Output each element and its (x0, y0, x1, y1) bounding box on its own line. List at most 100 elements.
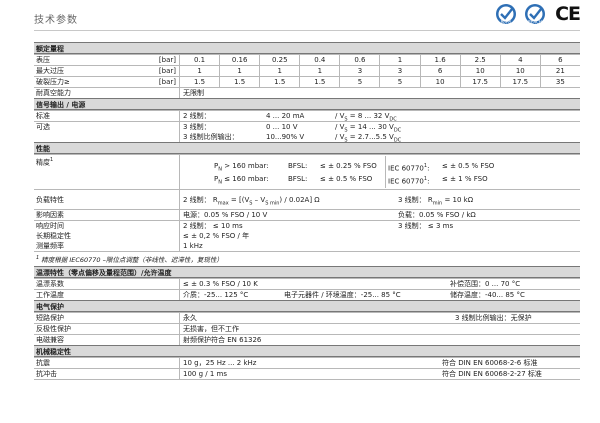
label-shock: 抗冲击 (34, 369, 180, 380)
rated-cell: 10 (501, 66, 541, 76)
value-standard: 2 线制： 4 ... 20 mA / VS = 8 ... 32 VDC (183, 112, 397, 123)
label-accuracy: 精度1 (34, 155, 180, 189)
rated-cell: 5 (380, 77, 421, 87)
page-title: 技术参数 (34, 15, 78, 26)
label-reverse-polarity: 反极性保护 (34, 324, 180, 335)
value-accuracy: PN > 160 mbar: BFSL: ≤ ± 0.25 % FSO IEC … (180, 155, 580, 189)
value-drift: ≤ ± 0.3 % FSO / 10 K (183, 280, 258, 289)
value-emc: 射频保护符合 EN 61326 (183, 336, 262, 345)
row-shock: 抗冲击 100 g / 1 ms 符合 DIN EN 60068-2-27 标准 (34, 368, 580, 381)
rohs-label: RoHS (501, 20, 512, 25)
rated-row-unit: [bar] (158, 78, 176, 86)
rated-cell: 4 (501, 55, 541, 65)
row-influence: 影响因素 电源：0.05 % FSO / 10 V 负载：0.05 % FSO … (34, 209, 580, 220)
value-vacuum: 无限制 (183, 89, 204, 97)
label-short-circuit: 短路保护 (34, 313, 180, 324)
value-storage-temp: 储存温度：-40... 85 °C (450, 291, 525, 300)
rated-cell: 1 (380, 55, 421, 65)
rated-cell: 0.16 (220, 55, 261, 65)
row-emc: 电磁兼容 射频保护符合 EN 61326 (34, 334, 580, 346)
row-optional: 可选 3 线制： 0 ... 10 V / VS = 14 ... 30 VDC… (34, 121, 580, 144)
row-reverse-polarity: 反极性保护 无损害，但不工作 (34, 323, 580, 335)
section-performance: 性能 (34, 142, 580, 154)
value-vibration-standard: 符合 DIN EN 60068-2-6 标准 (442, 359, 538, 368)
value-shock: 100 g / 1 ms (183, 370, 227, 379)
value-compensation-range: 补偿范围：0 ... 70 °C (450, 280, 521, 289)
rated-row: 表压 [bar] 0.1 0.16 0.25 0.4 0.6 1 1.6 2.5 4 6 (34, 54, 580, 65)
rated-cell: 0.1 (180, 55, 221, 65)
rated-cell: 3 (340, 66, 381, 76)
value-stability: ≤ ± 0,2 % FSO / 年 (183, 232, 250, 240)
rated-row-label-text: 破裂压力≥ (36, 78, 70, 86)
row-vacuum: 耐真空能力 无限制 (34, 87, 580, 98)
label-stability: 长期稳定性 (36, 232, 71, 240)
label-standard: 标准 (34, 111, 180, 121)
rohs-badge-icon: RoHS (496, 4, 517, 25)
value-medium-temp: 介质：-25... 125 °C (183, 291, 249, 300)
label-temperature: 工作温度 (34, 290, 180, 301)
value-reverse-polarity: 无损害，但不工作 (183, 325, 239, 334)
value-shock-standard: 符合 DIN EN 60068-2-27 标准 (442, 370, 542, 379)
section-electrical: 电气保护 (34, 300, 580, 313)
rated-cell: 21 (555, 67, 565, 75)
section-rated-range: 额定量程 (34, 42, 580, 54)
value-sampling: 1 kHz (183, 242, 203, 250)
rated-range-rows: 表压 [bar] 0.1 0.16 0.25 0.4 0.6 1 1.6 2.5 4 6 最大过压 [ba… (34, 54, 580, 87)
spec-table: 额定量程 表压 [bar] 0.1 0.16 0.25 0.4 0.6 1 1.6 2.5 4 6 最大… (34, 42, 580, 381)
rated-row: 破裂压力≥ [bar] 1.5 1.5 1.5 1.5 5 5 10 17.5 17.5 35 (34, 76, 580, 87)
rated-row-unit: [bar] (158, 56, 176, 64)
value-influence: 电源：0.05 % FSO / 10 V 负载：0.05 % FSO / kΩ (183, 211, 476, 219)
rated-cell: 0.6 (340, 55, 381, 65)
rated-cell: 10 (461, 66, 501, 76)
row-load: 负载特性 2 线制： Rmax = [(VS – VS min) / 0.02A… (34, 189, 580, 209)
rated-cell: 1 (220, 66, 261, 76)
rated-row-label-text: 最大过压 (36, 67, 64, 75)
rated-cell: 1 (300, 66, 341, 76)
rated-cell: 0.4 (300, 55, 341, 65)
value-optional: 3 线制： 0 ... 10 V / VS = 14 ... 30 VDC 3 … (183, 123, 402, 144)
label-influence: 影响因素 (34, 210, 180, 220)
rated-row-label: 表压 [bar] (34, 55, 180, 65)
rated-cell: 1.5 (260, 77, 301, 87)
row-vibration: 抗震 10 g，25 Hz ... 2 kHz 符合 DIN EN 60068-… (34, 357, 580, 369)
value-vibration: 10 g，25 Hz ... 2 kHz (183, 359, 257, 368)
rated-row: 最大过压 [bar] 1 1 1 1 3 3 6 10 10 21 (34, 65, 580, 76)
value-short-circuit-note: 3 线制比例输出：无保护 (455, 314, 532, 323)
rated-cell: 1.5 (180, 77, 221, 87)
label-drift: 温漂系数 (34, 279, 180, 290)
rated-row-label-text: 表压 (36, 56, 50, 64)
label-emc: 电磁兼容 (34, 335, 180, 346)
rated-cell: 0.25 (260, 55, 301, 65)
label-optional: 可选 (34, 122, 180, 142)
rated-row-label: 最大过压 [bar] (34, 66, 180, 76)
rated-row-label: 破裂压力≥ [bar] (34, 77, 180, 87)
page-header: 技术参数 RoHS REACH CE (0, 0, 600, 34)
label-vacuum: 耐真空能力 (34, 88, 180, 98)
rated-cell: 17.5 (501, 77, 541, 87)
rated-cell: 1 (180, 66, 221, 76)
rated-cell: 1.5 (220, 77, 261, 87)
header-divider (34, 30, 580, 31)
rated-cell: 2.5 (461, 55, 501, 65)
certification-marks: RoHS REACH CE (493, 3, 581, 25)
reach-badge-icon: REACH (525, 4, 546, 25)
row-response: 响应时间 长期稳定性 测量频率 2 线制： ≤ 10 ms 3 线制： ≤ 3 … (34, 220, 580, 251)
rated-cell: 5 (340, 77, 381, 87)
value-response-2w: 2 线制： ≤ 10 ms (183, 222, 243, 230)
row-accuracy: 精度1 PN > 160 mbar: BFSL: ≤ ± 0.25 % FSO … (34, 154, 580, 189)
reach-label: REACH (528, 20, 542, 25)
label-load: 负载特性 (34, 190, 180, 209)
row-standard: 标准 2 线制： 4 ... 20 mA / VS = 8 ... 32 VDC (34, 110, 580, 123)
section-temperature: 温漂特性（零点偏移及量程范围）/允许温度 (34, 266, 580, 279)
value-short-circuit: 永久 (183, 314, 197, 323)
rated-cell: 1.6 (421, 55, 461, 65)
label-vibration: 抗震 (34, 358, 180, 369)
section-signal: 信号输出 / 电源 (34, 98, 580, 110)
rated-cell: 35 (555, 78, 565, 86)
rated-cell: 6 (421, 66, 461, 76)
row-drift: 温漂系数 ≤ ± 0.3 % FSO / 10 K 补偿范围：0 ... 70 … (34, 278, 580, 290)
value-load: 2 线制： Rmax = [(VS – VS min) / 0.02A] Ω 3… (183, 196, 474, 207)
rated-cell: 17.5 (461, 77, 501, 87)
rated-row-unit: [bar] (158, 67, 176, 75)
rated-cell: 6 (558, 56, 563, 64)
